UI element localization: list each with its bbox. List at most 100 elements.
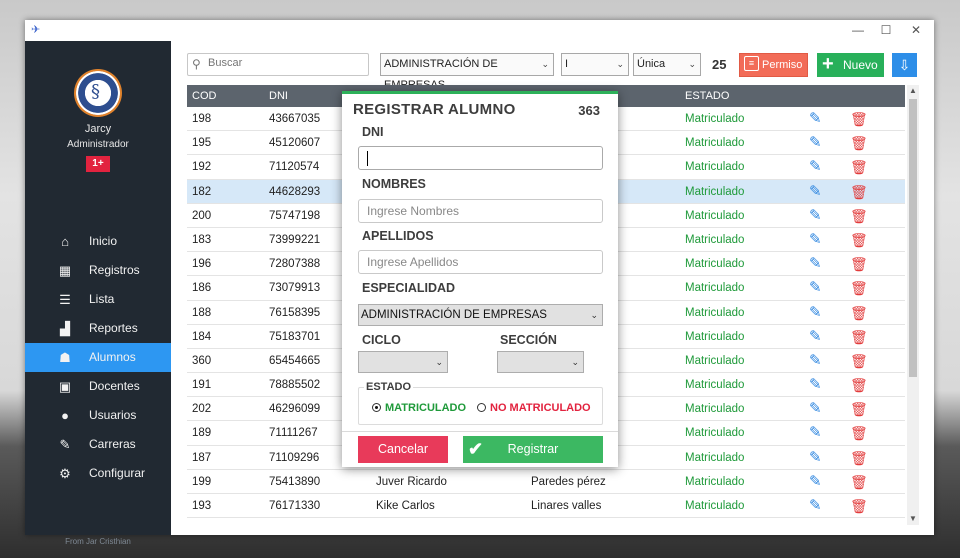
edit-icon[interactable]: ✎ bbox=[809, 373, 822, 397]
trash-icon[interactable]: 🗑 bbox=[850, 397, 868, 421]
radio-unselected-icon bbox=[477, 403, 486, 412]
edit-icon[interactable]: ✎ bbox=[809, 301, 822, 325]
search-input[interactable] bbox=[208, 57, 364, 69]
edit-icon[interactable]: ✎ bbox=[809, 446, 822, 470]
trash-icon[interactable]: 🗑 bbox=[850, 252, 868, 276]
notification-badge[interactable]: 1+ bbox=[86, 156, 110, 172]
close-button[interactable]: ✕ bbox=[901, 20, 931, 41]
sidebar-item-inicio[interactable]: ⌂ Inicio bbox=[25, 227, 171, 256]
radio-no-matriculado[interactable]: NO MATRICULADO bbox=[477, 402, 591, 414]
trash-icon[interactable]: 🗑 bbox=[850, 228, 868, 252]
sidebar-item-docentes[interactable]: ▣ Docentes bbox=[25, 372, 171, 401]
scroll-down-icon[interactable]: ▼ bbox=[907, 513, 919, 525]
maximize-button[interactable]: ☐ bbox=[871, 20, 901, 41]
trash-icon[interactable]: 🗑 bbox=[850, 446, 868, 470]
trash-icon[interactable]: 🗑 bbox=[850, 494, 868, 518]
trash-icon[interactable]: 🗑 bbox=[850, 421, 868, 445]
trash-icon[interactable]: 🗑 bbox=[850, 131, 868, 155]
cell-dni: 71111267 bbox=[269, 427, 318, 440]
permiso-button[interactable]: ≡ Permiso bbox=[739, 53, 808, 77]
seccion-label: SECCIÓN bbox=[500, 333, 557, 347]
header-dni[interactable]: DNI bbox=[269, 85, 288, 107]
edit-icon[interactable]: ✎ bbox=[809, 276, 822, 300]
edit-icon[interactable]: ✎ bbox=[809, 204, 822, 228]
export-button[interactable]: ⇩ bbox=[892, 53, 917, 77]
sidebar-item-configurar[interactable]: ⚙ Configurar bbox=[25, 459, 171, 488]
dni-label: DNI bbox=[362, 125, 384, 139]
estado-label: ESTADO bbox=[364, 381, 414, 393]
especialidad-select[interactable]: ADMINISTRACIÓN DE EMPRESAS ⌄ bbox=[358, 304, 603, 326]
edit-icon[interactable]: ✎ bbox=[809, 325, 822, 349]
sidebar: § Jarcy Administrador 1+ ⌂ Inicio ▦ Registr… bbox=[25, 41, 171, 546]
trash-icon[interactable]: 🗑 bbox=[850, 373, 868, 397]
trash-icon[interactable]: 🗑 bbox=[850, 325, 868, 349]
edit-icon[interactable]: ✎ bbox=[809, 180, 822, 204]
cell-estado: Matriculado bbox=[685, 185, 745, 198]
record-count: 25 bbox=[712, 57, 727, 72]
cell-cod: 186 bbox=[192, 282, 212, 295]
cell-estado: Matriculado bbox=[685, 209, 745, 222]
cell-estado: Matriculado bbox=[685, 427, 745, 440]
search-box[interactable]: ⚲ bbox=[187, 53, 369, 76]
ciclo-select[interactable]: ⌄ bbox=[358, 351, 448, 373]
cell-dni: 43667035 bbox=[269, 113, 321, 125]
ciclo-filter-select[interactable]: I ⌄ bbox=[561, 53, 629, 76]
edit-icon[interactable]: ✎ bbox=[809, 131, 822, 155]
sidebar-item-usuarios[interactable]: ● Usuarios bbox=[25, 401, 171, 430]
sidebar-item-label: Alumnos bbox=[89, 350, 136, 364]
table-row[interactable]: 193 76171330 Kike Carlos Linares valles Matr… bbox=[187, 494, 905, 519]
edit-icon[interactable]: ✎ bbox=[809, 252, 822, 276]
table-row[interactable]: 199 75413890 Juver Ricardo Paredes pérez Mat… bbox=[187, 470, 905, 494]
sidebar-item-reportes[interactable]: ▟ Reportes bbox=[25, 314, 171, 343]
nuevo-button-label: Nuevo bbox=[843, 58, 878, 72]
cell-dni: 76171330 bbox=[269, 500, 321, 512]
trash-icon[interactable]: 🗑 bbox=[850, 180, 868, 204]
cell-dni: 76158395 bbox=[269, 306, 321, 319]
edit-icon[interactable]: ✎ bbox=[809, 470, 822, 494]
trash-icon[interactable]: 🗑 bbox=[850, 107, 868, 131]
sidebar-item-registros[interactable]: ▦ Registros bbox=[25, 256, 171, 285]
seccion-filter-select[interactable]: Única ⌄ bbox=[633, 53, 701, 76]
edit-icon[interactable]: ✎ bbox=[809, 494, 822, 518]
cell-estado: Matriculado bbox=[685, 258, 745, 271]
register-button[interactable]: ✔ Registrar bbox=[463, 436, 603, 463]
radio-matriculado-label: MATRICULADO bbox=[385, 402, 467, 414]
scroll-up-icon[interactable]: ▲ bbox=[907, 85, 919, 97]
sidebar-item-carreras[interactable]: ✎ Carreras bbox=[25, 430, 171, 459]
sidebar-item-alumnos[interactable]: ☗ Alumnos bbox=[25, 343, 171, 372]
especialidad-filter-select[interactable]: ADMINISTRACIÓN DE EMPRESAS ⌄ bbox=[380, 53, 554, 91]
nombres-field[interactable]: Ingrese Nombres bbox=[358, 199, 603, 223]
trash-icon[interactable]: 🗑 bbox=[850, 204, 868, 228]
institution-logo: § bbox=[74, 69, 122, 117]
nuevo-button[interactable]: + Nuevo bbox=[817, 53, 884, 77]
trash-icon[interactable]: 🗑 bbox=[850, 470, 868, 494]
edit-icon[interactable]: ✎ bbox=[809, 107, 822, 131]
dni-field[interactable] bbox=[358, 146, 603, 170]
seccion-select[interactable]: ⌄ bbox=[497, 351, 584, 373]
header-cod[interactable]: COD bbox=[192, 85, 216, 107]
trash-icon[interactable]: 🗑 bbox=[850, 155, 868, 179]
trash-icon[interactable]: 🗑 bbox=[850, 276, 868, 300]
sidebar-item-label: Lista bbox=[89, 292, 115, 306]
cell-cod: 200 bbox=[192, 209, 212, 222]
edit-icon[interactable]: ✎ bbox=[809, 421, 822, 445]
sidebar-item-label: Reportes bbox=[89, 321, 138, 335]
sidebar-item-lista[interactable]: ☰ Lista bbox=[25, 285, 171, 314]
cell-estado: Matriculado bbox=[685, 233, 745, 246]
scroll-thumb[interactable] bbox=[909, 99, 917, 377]
cell-dni: 75183701 bbox=[269, 330, 321, 343]
edit-icon[interactable]: ✎ bbox=[809, 397, 822, 421]
trash-icon[interactable]: 🗑 bbox=[850, 301, 868, 325]
chevron-down-icon: ⌄ bbox=[571, 357, 579, 367]
edit-icon[interactable]: ✎ bbox=[809, 155, 822, 179]
apellidos-field[interactable]: Ingrese Apellidos bbox=[358, 250, 603, 274]
edit-icon[interactable]: ✎ bbox=[809, 228, 822, 252]
header-estado[interactable]: ESTADO bbox=[685, 85, 729, 107]
edit-icon[interactable]: ✎ bbox=[809, 349, 822, 373]
trash-icon[interactable]: 🗑 bbox=[850, 349, 868, 373]
table-scrollbar[interactable]: ▲ ▼ bbox=[907, 85, 919, 525]
minimize-button[interactable]: — bbox=[843, 20, 873, 41]
radio-matriculado[interactable]: MATRICULADO bbox=[372, 402, 466, 414]
cancel-button[interactable]: Cancelar bbox=[358, 436, 448, 463]
sidebar-item-label: Registros bbox=[89, 263, 140, 277]
